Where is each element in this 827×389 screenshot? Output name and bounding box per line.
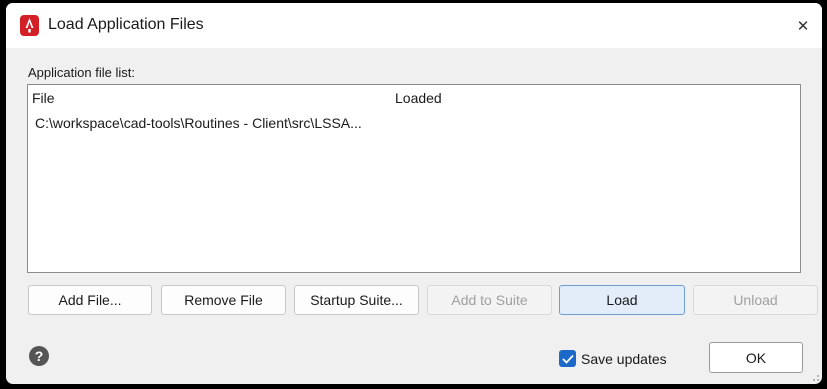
column-header-file[interactable]: File bbox=[32, 90, 55, 106]
add-file-button[interactable]: Add File... bbox=[28, 285, 152, 315]
title-bar: Load Application Files ✕ bbox=[6, 3, 822, 48]
autocad-red-a-icon bbox=[20, 15, 39, 36]
close-button[interactable]: ✕ bbox=[784, 3, 822, 48]
startup-suite-button[interactable]: Startup Suite... bbox=[294, 285, 419, 315]
window-title: Load Application Files bbox=[48, 16, 204, 33]
load-button[interactable]: Load bbox=[559, 285, 685, 315]
save-updates-checkbox[interactable] bbox=[559, 350, 576, 367]
ok-button[interactable]: OK bbox=[709, 342, 803, 373]
resize-grip-icon[interactable] bbox=[810, 372, 820, 382]
checkmark-icon bbox=[561, 354, 574, 364]
list-header: File Loaded bbox=[28, 85, 800, 107]
remove-file-button[interactable]: Remove File bbox=[161, 285, 286, 315]
close-icon: ✕ bbox=[796, 17, 810, 35]
unload-button[interactable]: Unload bbox=[693, 285, 818, 315]
save-updates-label[interactable]: Save updates bbox=[581, 351, 667, 367]
list-item[interactable]: C:\workspace\cad-tools\Routines - Client… bbox=[28, 112, 800, 134]
column-header-loaded[interactable]: Loaded bbox=[395, 90, 442, 106]
file-path-cell: C:\workspace\cad-tools\Routines - Client… bbox=[35, 115, 362, 131]
help-icon[interactable]: ? bbox=[29, 346, 49, 366]
load-application-files-dialog: Load Application Files ✕ Application fil… bbox=[6, 3, 822, 384]
add-to-suite-button[interactable]: Add to Suite bbox=[427, 285, 552, 315]
application-file-list[interactable]: File Loaded C:\workspace\cad-tools\Routi… bbox=[27, 84, 801, 273]
application-file-list-label: Application file list: bbox=[28, 65, 135, 80]
